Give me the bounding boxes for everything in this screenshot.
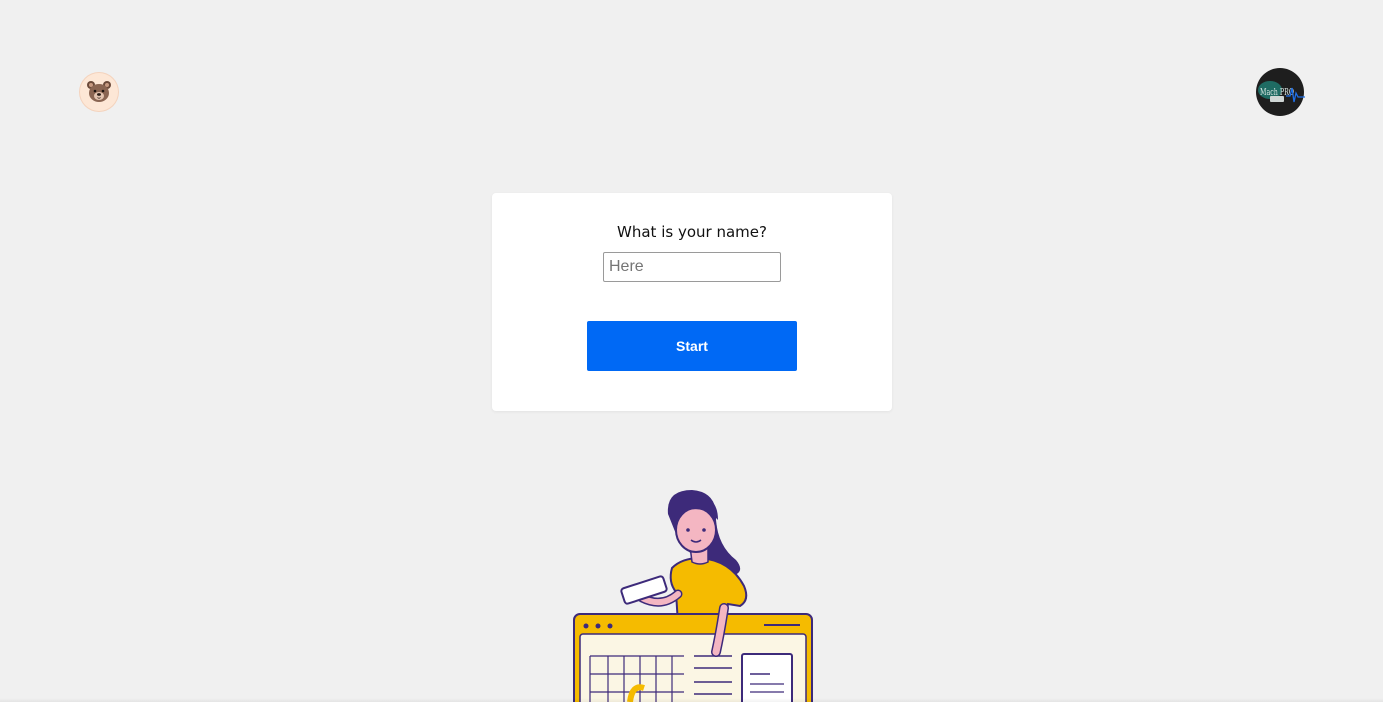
page: Mach PRO What is your name? Start [0, 0, 1383, 702]
bear-avatar-icon[interactable] [80, 73, 118, 111]
bottom-shadow [0, 698, 1383, 702]
brand-logo-icon[interactable]: Mach PRO [1256, 68, 1306, 118]
name-input[interactable] [603, 252, 781, 282]
woman-dashboard-illustration [560, 484, 820, 702]
name-question: What is your name? [617, 223, 767, 241]
start-button[interactable]: Start [587, 321, 797, 371]
name-card: What is your name? Start [492, 193, 892, 411]
